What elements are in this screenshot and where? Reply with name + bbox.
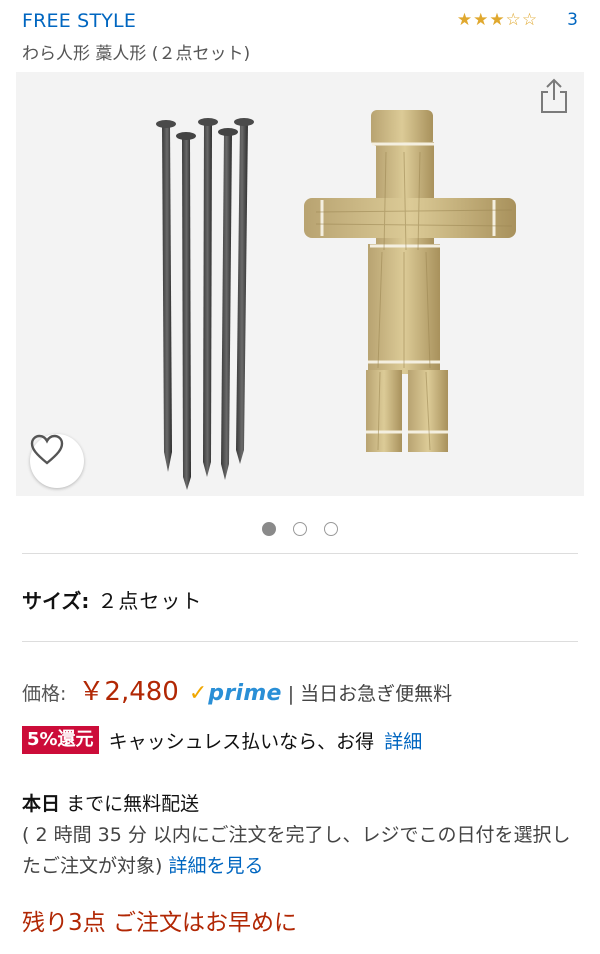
- prime-logo: ✓ prime: [189, 681, 282, 706]
- header-row: FREE STYLE ★ ★ ★ ☆ ☆ 3: [22, 8, 578, 36]
- price-value: ￥2,480: [78, 677, 179, 707]
- cashback-badge: 5%還元: [22, 726, 99, 754]
- star-empty-icon: ☆: [521, 10, 538, 30]
- price-row: 価格: ￥2,480 ✓ prime | 当日お急ぎ便無料: [22, 671, 452, 708]
- prime-text: prime: [208, 681, 282, 706]
- carousel-dot[interactable]: [293, 522, 307, 536]
- star-full-icon: ★: [489, 10, 505, 30]
- share-icon: [541, 78, 567, 113]
- share-button[interactable]: [536, 76, 572, 116]
- product-image[interactable]: [16, 72, 584, 496]
- shipping-speed: 当日お急ぎ便無料: [300, 683, 453, 705]
- brand-link[interactable]: FREE STYLE: [22, 10, 136, 32]
- straw-doll: [304, 110, 516, 452]
- size-label: サイズ:: [22, 589, 90, 613]
- size-selector[interactable]: サイズ: ２点セット: [22, 585, 202, 614]
- carousel-dot[interactable]: [262, 522, 276, 536]
- rating[interactable]: ★ ★ ★ ☆ ☆ 3: [457, 10, 578, 30]
- delivery-note-text: ( 2 時間 35 分 以内にご注文を完了し、レジでこの日付を選択したご注文が対…: [22, 824, 571, 877]
- delivery-date: 本日: [22, 793, 61, 815]
- cashback-details-link[interactable]: 詳細: [384, 727, 422, 754]
- carousel-dot[interactable]: [324, 522, 338, 536]
- divider: [22, 553, 578, 554]
- cashback-row: 5%還元 キャッシュレス払いなら、お得 詳細: [22, 726, 422, 754]
- heart-icon: [30, 434, 64, 465]
- rating-stars: ★ ★ ★ ☆ ☆: [457, 10, 537, 30]
- star-full-icon: ★: [456, 10, 473, 30]
- star-empty-icon: ☆: [505, 10, 521, 30]
- product-photo: [156, 110, 516, 490]
- prime-check-icon: ✓: [188, 681, 208, 706]
- rating-count[interactable]: 3: [567, 10, 578, 30]
- size-value: ２点セット: [97, 589, 203, 613]
- prime-separator: |: [287, 683, 295, 705]
- stock-status: 残り3点 ご注文はお早めに: [22, 910, 297, 936]
- star-full-icon: ★: [473, 10, 489, 30]
- delivery-note: ( 2 時間 35 分 以内にご注文を完了し、レジでこの日付を選択したご注文が対…: [22, 820, 582, 882]
- nails: [156, 118, 254, 490]
- carousel-dots: [0, 522, 600, 536]
- favorite-button[interactable]: [30, 434, 84, 488]
- delivery-title-rest: までに無料配送: [66, 793, 200, 815]
- delivery-details-link[interactable]: 詳細を見る: [168, 855, 263, 877]
- cashback-text: キャッシュレス払いなら、お得: [108, 730, 375, 753]
- delivery-title: 本日 までに無料配送: [22, 789, 199, 816]
- product-title: わら人形 藁人形 (２点セット): [22, 44, 251, 64]
- divider: [22, 641, 578, 642]
- price-label: 価格:: [22, 683, 67, 705]
